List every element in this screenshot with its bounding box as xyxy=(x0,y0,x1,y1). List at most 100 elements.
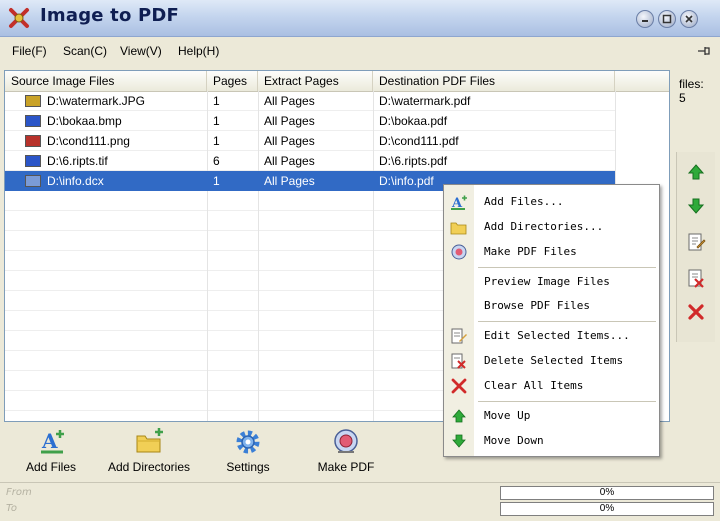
ctx-edit-selected[interactable]: Edit Selected Items... xyxy=(444,325,659,347)
settings-label: Settings xyxy=(226,460,270,474)
make-pdf-icon xyxy=(451,244,467,260)
ctx-add-directories-label: Add Directories... xyxy=(484,220,604,233)
cell-destination: D:\6.ripts.pdf xyxy=(379,154,448,168)
column-pages[interactable]: Pages xyxy=(207,71,258,91)
table-row[interactable]: D:\bokaa.bmp 1 All Pages D:\bokaa.pdf xyxy=(5,111,615,131)
cell-pages: 1 xyxy=(213,114,220,128)
progress-bar-1: 0% xyxy=(500,486,714,500)
menu-bar: File(F) Scan(C) View(V) Help(H) xyxy=(0,38,720,64)
add-files-button[interactable]: A Add Files xyxy=(22,426,80,478)
cell-extract: All Pages xyxy=(264,134,315,148)
ctx-clear-all[interactable]: Clear All Items xyxy=(444,375,659,397)
tif-file-icon xyxy=(25,155,41,167)
edit-icon[interactable] xyxy=(686,232,706,252)
cell-pages: 1 xyxy=(213,134,220,148)
cell-pages: 1 xyxy=(213,174,220,188)
add-directories-button[interactable]: Add Directories xyxy=(104,426,194,478)
minimize-button[interactable] xyxy=(636,10,654,28)
gear-icon xyxy=(236,430,260,454)
from-label: From xyxy=(6,487,32,498)
ctx-make-pdf-label: Make PDF Files xyxy=(484,245,577,258)
make-pdf-icon xyxy=(334,429,358,453)
ctx-add-files[interactable]: A Add Files... xyxy=(444,191,659,213)
folder-icon xyxy=(450,222,467,235)
ctx-add-files-label: Add Files... xyxy=(484,195,564,208)
context-menu: A Add Files... Add Directories... Make P… xyxy=(443,184,660,457)
column-destination[interactable]: Destination PDF Files xyxy=(373,71,615,91)
add-directories-label: Add Directories xyxy=(107,460,191,474)
ctx-preview-image-label: Preview Image Files xyxy=(484,275,610,288)
arrow-up-icon xyxy=(452,409,466,423)
ctx-add-directories[interactable]: Add Directories... xyxy=(444,216,659,238)
ctx-browse-pdf[interactable]: Browse PDF Files xyxy=(444,295,659,317)
to-label: To xyxy=(6,503,17,514)
status-bar: From To 0% 0% xyxy=(0,482,720,521)
table-row[interactable]: D:\6.ripts.tif 6 All Pages D:\6.ripts.pdf xyxy=(5,151,615,171)
svg-text:A: A xyxy=(41,429,58,453)
menu-scan[interactable]: Scan(C) xyxy=(63,44,107,58)
window-title: Image to PDF xyxy=(40,5,180,26)
table-row[interactable]: D:\watermark.JPG 1 All Pages D:\watermark.p… xyxy=(5,91,615,111)
menu-file[interactable]: File(F) xyxy=(12,44,47,58)
arrow-down-icon xyxy=(452,434,466,448)
cell-pages: 1 xyxy=(213,94,220,108)
jpg-file-icon xyxy=(25,95,41,107)
png-file-icon xyxy=(25,135,41,147)
menu-help[interactable]: Help(H) xyxy=(178,44,219,58)
move-down-icon[interactable] xyxy=(686,196,706,216)
settings-button[interactable]: Settings xyxy=(218,426,278,478)
ctx-preview-image[interactable]: Preview Image Files xyxy=(444,271,659,293)
ctx-make-pdf[interactable]: Make PDF Files xyxy=(444,241,659,263)
cell-destination: D:\cond111.pdf xyxy=(379,134,459,148)
ctx-separator xyxy=(478,401,656,402)
ctx-delete-selected-label: Delete Selected Items xyxy=(484,354,624,367)
column-source[interactable]: Source Image Files xyxy=(5,71,207,91)
cell-destination: D:\watermark.pdf xyxy=(379,94,471,108)
files-label: files: xyxy=(679,77,704,91)
ctx-move-down[interactable]: Move Down xyxy=(444,430,659,452)
ctx-move-up-label: Move Up xyxy=(484,409,531,422)
ctx-browse-pdf-label: Browse PDF Files xyxy=(484,299,590,312)
cell-extract: All Pages xyxy=(264,114,315,128)
dcx-file-icon xyxy=(25,175,41,187)
list-header: Source Image Files Pages Extract Pages D… xyxy=(5,71,669,92)
close-icon xyxy=(685,15,693,23)
folder-icon xyxy=(136,428,163,453)
add-files-icon: A xyxy=(41,429,64,454)
cell-pages: 6 xyxy=(213,154,220,168)
column-extract[interactable]: Extract Pages xyxy=(258,71,373,91)
move-up-icon[interactable] xyxy=(686,162,706,182)
cell-source: D:\info.dcx xyxy=(47,174,104,188)
cell-extract: All Pages xyxy=(264,174,315,188)
make-pdf-label: Make PDF xyxy=(317,460,375,474)
ctx-delete-selected[interactable]: Delete Selected Items xyxy=(444,350,659,372)
cell-source: D:\cond111.png xyxy=(47,134,130,148)
add-files-icon: A xyxy=(451,195,467,210)
clear-icon[interactable] xyxy=(686,302,706,322)
app-window: Image to PDF File(F) Scan(C) View(V) Hel… xyxy=(0,0,720,520)
clear-icon xyxy=(451,378,467,394)
cell-source: D:\bokaa.bmp xyxy=(47,114,122,128)
pin-icon[interactable] xyxy=(696,45,710,57)
ctx-separator xyxy=(478,267,656,268)
edit-icon xyxy=(451,328,467,344)
make-pdf-button[interactable]: Make PDF xyxy=(314,426,378,478)
progress-text-2: 0% xyxy=(599,503,615,514)
ctx-move-up[interactable]: Move Up xyxy=(444,405,659,427)
progress-bar-2: 0% xyxy=(500,502,714,516)
delete-icon[interactable] xyxy=(686,268,706,288)
ctx-edit-selected-label: Edit Selected Items... xyxy=(484,329,630,342)
close-button[interactable] xyxy=(680,10,698,28)
cell-extract: All Pages xyxy=(264,94,315,108)
app-logo-icon xyxy=(9,8,29,28)
menu-view[interactable]: View(V) xyxy=(120,44,162,58)
table-row[interactable]: D:\cond111.png 1 All Pages D:\cond111.pdf xyxy=(5,131,615,151)
maximize-button[interactable] xyxy=(658,10,676,28)
delete-icon xyxy=(451,353,466,369)
cell-source: D:\6.ripts.tif xyxy=(47,154,108,168)
maximize-icon xyxy=(662,14,672,24)
title-bar[interactable]: Image to PDF xyxy=(0,0,720,37)
progress-text-1: 0% xyxy=(599,487,615,498)
minimize-icon xyxy=(642,20,648,22)
cell-extract: All Pages xyxy=(264,154,315,168)
